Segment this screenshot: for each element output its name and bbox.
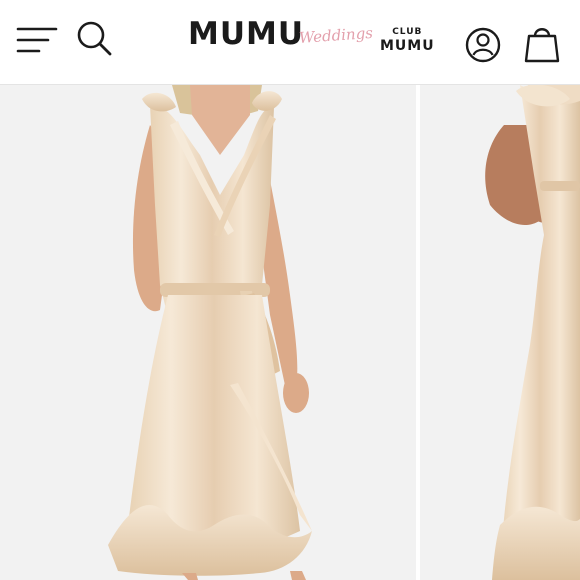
dress-side-photo[interactable]	[420, 85, 580, 580]
account-icon[interactable]	[464, 26, 502, 64]
club-label-top: CLUB	[392, 27, 423, 37]
site-header: MUMU Weddings CLUB MUMU	[0, 0, 580, 84]
brand-script: Weddings	[298, 23, 374, 47]
menu-icon[interactable]	[16, 26, 60, 56]
club-mumu-link[interactable]: CLUB MUMU	[380, 27, 435, 54]
search-icon[interactable]	[74, 18, 114, 58]
dress-front-photo[interactable]	[0, 85, 416, 580]
bag-icon[interactable]	[522, 22, 562, 64]
product-gallery	[0, 85, 580, 580]
club-label-bottom: MUMU	[380, 38, 435, 54]
brand-name: MUMU	[188, 16, 305, 52]
